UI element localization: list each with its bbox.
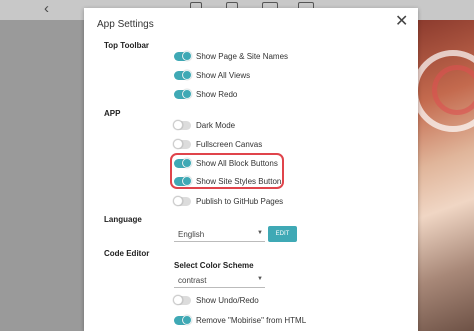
option-show-page-site-names[interactable]: Show Page & Site Names xyxy=(174,50,288,62)
option-label: Show All Block Buttons xyxy=(196,158,278,168)
toggle-switch[interactable] xyxy=(174,157,192,168)
toggle-switch[interactable] xyxy=(173,195,191,206)
toggle-switch[interactable] xyxy=(174,175,192,186)
option-publish-github-pages[interactable]: Publish to GitHub Pages xyxy=(173,195,284,207)
option-show-undo-redo[interactable]: Show Undo/Redo xyxy=(173,294,259,306)
option-remove-mobirise[interactable]: Remove "Mobirise" from HTML xyxy=(174,314,306,326)
option-label: Fullscreen Canvas xyxy=(196,139,263,149)
option-label: Show All Views xyxy=(196,70,251,80)
toggle-switch[interactable] xyxy=(174,50,192,61)
option-fullscreen-canvas[interactable]: Fullscreen Canvas xyxy=(173,138,263,150)
section-top-toolbar: Top Toolbar xyxy=(104,41,150,50)
option-label: Dark Mode xyxy=(196,120,236,130)
toggle-switch[interactable] xyxy=(174,88,192,99)
option-label: Show Page & Site Names xyxy=(196,51,289,61)
option-label: Show Site Styles Button xyxy=(196,176,282,186)
caret-down-icon: ▼ xyxy=(257,230,263,236)
section-language: Language xyxy=(104,215,142,224)
color-scheme-label: Select Color Scheme xyxy=(174,261,254,270)
toggle-switch[interactable] xyxy=(173,138,191,149)
option-show-all-block-buttons[interactable]: Show All Block Buttons xyxy=(174,157,278,169)
modal-title: App Settings xyxy=(97,19,154,30)
section-app: APP xyxy=(104,109,121,118)
option-show-redo[interactable]: Show Redo xyxy=(174,88,237,100)
option-label: Show Undo/Redo xyxy=(196,295,259,305)
option-label: Publish to GitHub Pages xyxy=(196,196,284,206)
background-canvas-image xyxy=(412,20,474,331)
background-left-toolbar xyxy=(0,0,84,20)
background-swirl xyxy=(432,65,474,115)
toggle-switch[interactable] xyxy=(174,69,192,80)
option-label: Remove "Mobirise" from HTML xyxy=(196,315,307,325)
color-scheme-select[interactable]: contrast ▼ xyxy=(174,273,265,288)
close-icon[interactable]: ✕ xyxy=(395,14,408,30)
background-left-panel: ‹ xyxy=(0,0,84,331)
option-label: Show Redo xyxy=(196,89,238,99)
section-code-editor: Code Editor xyxy=(104,249,150,258)
language-edit-button[interactable]: EDIT xyxy=(268,226,297,242)
option-dark-mode[interactable]: Dark Mode xyxy=(173,119,236,131)
back-arrow-icon[interactable]: ‹ xyxy=(44,1,49,17)
language-select[interactable]: English ▼ xyxy=(174,227,265,242)
option-show-all-views[interactable]: Show All Views xyxy=(174,69,250,81)
language-selected-value: English xyxy=(178,230,205,239)
app-settings-modal: App Settings ✕ Top Toolbar Show Page & S… xyxy=(84,8,418,331)
toggle-switch[interactable] xyxy=(174,314,192,325)
toggle-switch[interactable] xyxy=(173,294,191,305)
caret-down-icon: ▼ xyxy=(257,276,263,282)
color-scheme-selected-value: contrast xyxy=(178,276,207,285)
option-show-site-styles-button[interactable]: Show Site Styles Button xyxy=(174,175,281,187)
toggle-switch[interactable] xyxy=(173,119,191,130)
